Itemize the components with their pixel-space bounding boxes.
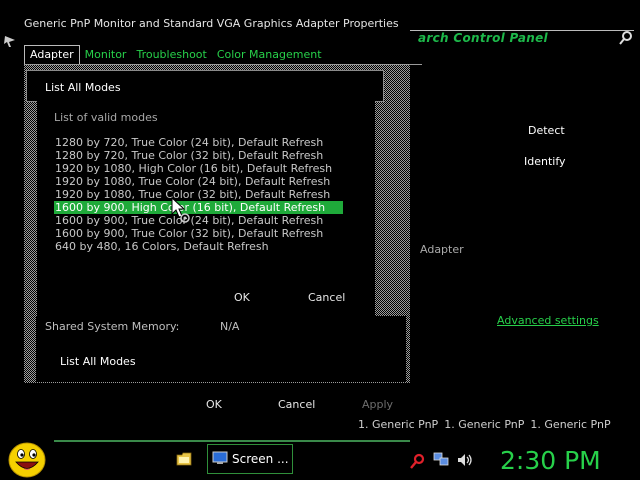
tab-adapter[interactable]: Adapter <box>24 44 80 64</box>
mode-list-item[interactable]: 1280 by 720, True Color (24 bit), Defaul… <box>54 136 343 149</box>
mode-list-item[interactable]: 1920 by 1080, True Color (32 bit), Defau… <box>54 188 343 201</box>
list-modes-cancel-button[interactable]: Cancel <box>308 291 345 304</box>
identify-button[interactable]: Identify <box>524 155 566 168</box>
smiley-face-icon[interactable] <box>7 441 47 479</box>
screen-icon <box>212 451 228 464</box>
mode-list-item[interactable]: 640 by 480, 16 Colors, Default Refresh <box>54 240 343 253</box>
shared-memory-value: N/A <box>220 320 240 333</box>
monitor-labels: 1. Generic PnP 1. Generic PnP 1. Generic… <box>358 418 611 431</box>
list-modes-dialog-title: List All Modes <box>45 81 121 94</box>
taskbar-divider <box>54 440 410 442</box>
tab-color-management[interactable]: Color Management <box>212 46 327 63</box>
mouse-cursor-icon <box>171 196 190 223</box>
list-all-modes-button[interactable]: List All Modes <box>60 355 136 368</box>
apply-button[interactable]: Apply <box>362 398 393 411</box>
valid-modes-group-label: List of valid modes <box>54 111 158 124</box>
props-tab-bar: Adapter Monitor Troubleshoot Color Manag… <box>24 44 327 64</box>
cancel-button[interactable]: Cancel <box>278 398 315 411</box>
taskbar-button-label: Screen ... <box>232 452 289 466</box>
tab-troubleshoot[interactable]: Troubleshoot <box>131 46 211 63</box>
advanced-settings-link[interactable]: Advanced settings <box>497 314 599 327</box>
taskbar-clock[interactable]: 2:30 PM <box>500 446 601 475</box>
search-icon[interactable] <box>409 453 425 469</box>
speaker-icon[interactable] <box>456 452 474 468</box>
ok-button[interactable]: OK <box>206 398 222 411</box>
list-modes-ok-button[interactable]: OK <box>234 291 250 304</box>
monitor-label[interactable]: 1. Generic PnP <box>530 418 610 431</box>
mode-list-item[interactable]: 1600 by 900, True Color (24 bit), Defaul… <box>54 214 343 227</box>
folder-icon[interactable] <box>176 452 192 466</box>
tab-monitor[interactable]: Monitor <box>80 46 132 63</box>
monitor-label[interactable]: 1. Generic PnP <box>444 418 524 431</box>
control-panel-title: arch Control Panel <box>418 31 548 45</box>
detect-button[interactable]: Detect <box>528 124 565 137</box>
network-icon[interactable] <box>433 451 449 467</box>
search-icon[interactable] <box>618 30 634 46</box>
mode-list-item[interactable]: 1920 by 1080, High Color (16 bit), Defau… <box>54 162 343 175</box>
mode-list-item-selected[interactable]: 1600 by 900, High Color (16 bit), Defaul… <box>54 201 343 214</box>
shared-memory-label: Shared System Memory: <box>45 320 180 333</box>
mode-list-item[interactable]: 1280 by 720, True Color (32 bit), Defaul… <box>54 149 343 162</box>
props-dialog-title: Generic PnP Monitor and Standard VGA Gra… <box>24 17 399 30</box>
mode-list-item[interactable]: 1600 by 900, True Color (32 bit), Defaul… <box>54 227 343 240</box>
adapter-label: Adapter <box>420 243 464 256</box>
system-menu-icon[interactable] <box>3 34 17 48</box>
monitor-label[interactable]: 1. Generic PnP <box>358 418 438 431</box>
mode-list-item[interactable]: 1920 by 1080, True Color (24 bit), Defau… <box>54 175 343 188</box>
